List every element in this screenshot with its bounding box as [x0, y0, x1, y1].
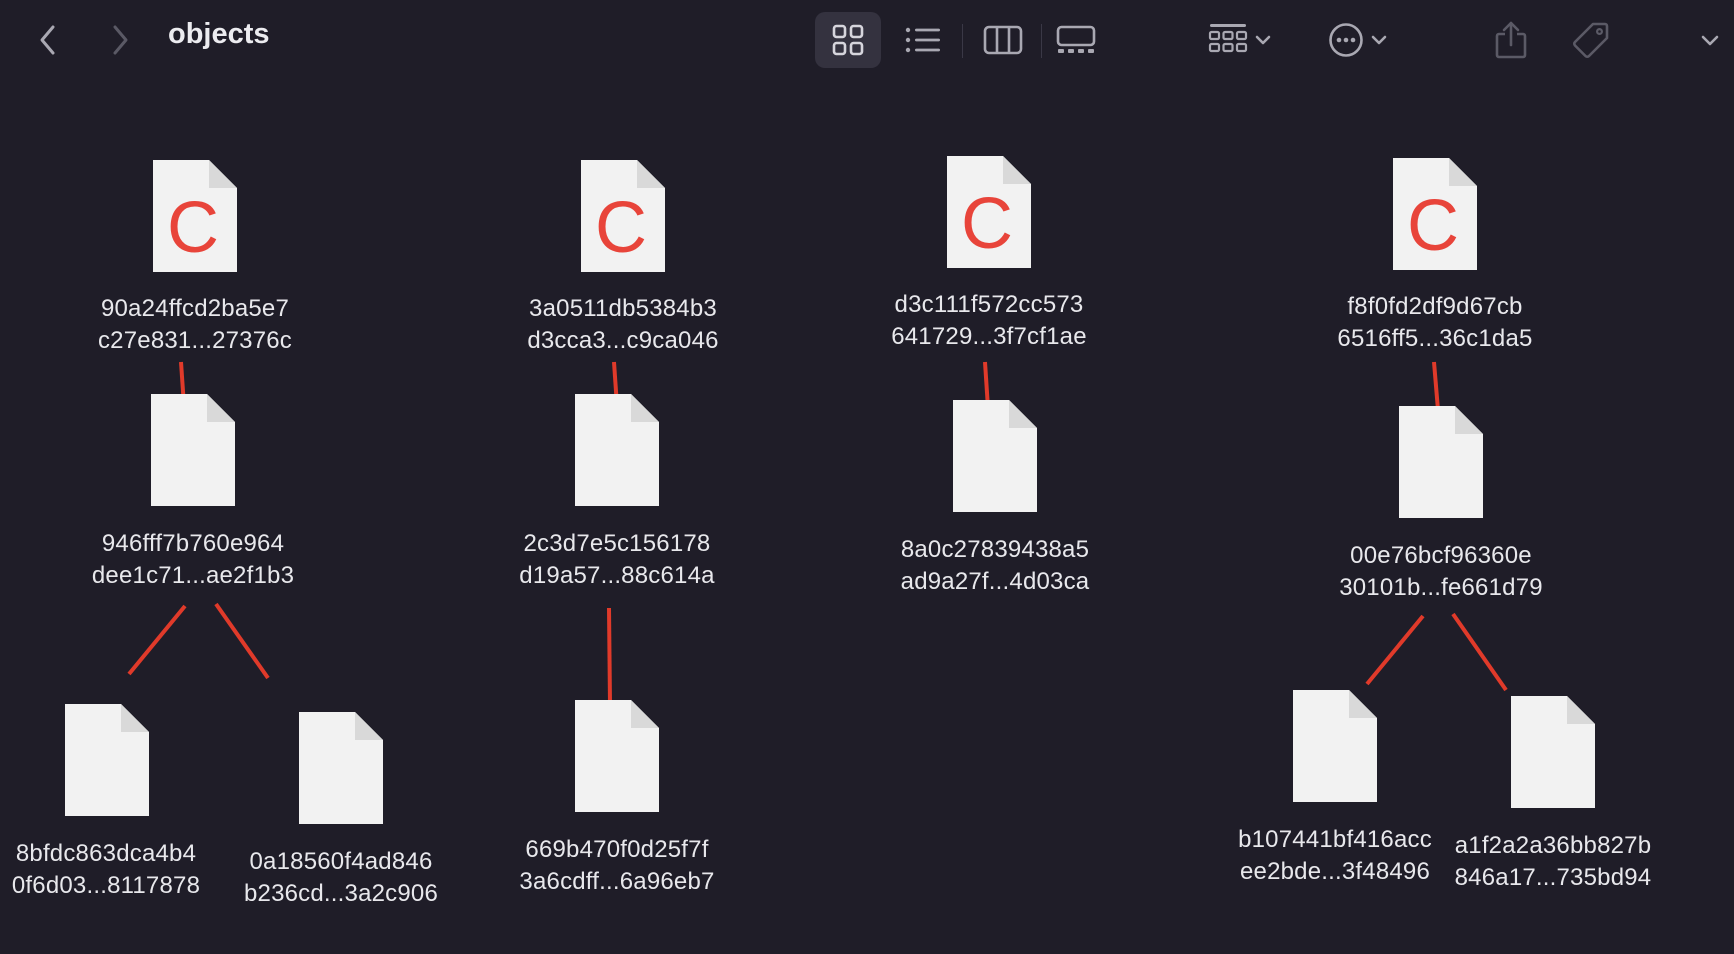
file-name-line: 0a18560f4ad846 [249, 848, 433, 875]
document-file-icon[interactable] [951, 398, 1039, 514]
file-name-line: 669b470f0d25f7f [525, 836, 709, 863]
document-file-icon[interactable] [573, 698, 661, 814]
c-source-file-icon[interactable]: C [151, 158, 239, 274]
connector-line [607, 607, 612, 705]
file-name-line: 90a24ffcd2ba5e7 [100, 295, 290, 322]
file-name-line: 00e76bcf96360e [1350, 542, 1532, 569]
file-name-line: dee1c71...ae2f1b3 [91, 562, 295, 589]
c-source-file-icon[interactable]: C [945, 154, 1033, 270]
file-name: 2c3d7e5c156178 d19a57...88c614a [497, 528, 737, 592]
connector-line [1365, 614, 1425, 686]
c-source-file-icon[interactable]: C [1391, 156, 1479, 272]
document-file-icon[interactable] [149, 392, 237, 508]
file-name: f8f0fd2df9d67cb 6516ff5...36c1da5 [1315, 291, 1555, 355]
connector-line [1432, 361, 1440, 411]
document-file-icon[interactable] [297, 710, 385, 826]
c-letter: C [961, 184, 1013, 264]
file-name-line: 6516ff5...36c1da5 [1337, 325, 1533, 352]
document-file-icon[interactable] [63, 702, 151, 818]
file-name-line: 2c3d7e5c156178 [523, 530, 711, 557]
file-name: 0a18560f4ad846 b236cd...3a2c906 [221, 846, 461, 910]
file-name-line: b236cd...3a2c906 [243, 880, 439, 907]
file-name-line: 8bfdc863dca4b4 [15, 840, 197, 867]
connector-line [127, 604, 187, 676]
document-file-icon[interactable] [573, 392, 661, 508]
file-name: 8bfdc863dca4b4 0f6d03...8117878 [0, 838, 226, 902]
c-letter: C [167, 188, 219, 268]
c-letter: C [1407, 186, 1459, 266]
file-name: 3a0511db5384b3 d3cca3...c9ca046 [503, 293, 743, 357]
document-file-icon[interactable] [1509, 694, 1597, 810]
document-file-icon[interactable] [1291, 688, 1379, 804]
file-name-line: d3c111f572cc573 [894, 291, 1084, 318]
file-name: 946fff7b760e964 dee1c71...ae2f1b3 [73, 528, 313, 592]
file-name-line: 0f6d03...8117878 [11, 872, 201, 899]
file-name-line: 3a6cdff...6a96eb7 [519, 868, 715, 895]
file-name-line: b107441bf416acc [1238, 826, 1432, 853]
file-name: 90a24ffcd2ba5e7 c27e831...27376c [75, 293, 315, 357]
file-name: b107441bf416acc ee2bde...3f48496 [1215, 824, 1455, 888]
file-name-line: d19a57...88c614a [519, 562, 715, 589]
file-name-line: 641729...3f7cf1ae [891, 323, 1087, 350]
file-name-line: 846a17...735bd94 [1454, 864, 1652, 891]
file-name: a1f2a2a36bb827b 846a17...735bd94 [1433, 830, 1673, 894]
file-name: 669b470f0d25f7f 3a6cdff...6a96eb7 [497, 834, 737, 898]
file-name-line: 3a0511db5384b3 [529, 295, 717, 322]
file-name-line: a1f2a2a36bb827b [1454, 832, 1652, 859]
file-name: d3c111f572cc573 641729...3f7cf1ae [869, 289, 1109, 353]
file-name: 00e76bcf96360e 30101b...fe661d79 [1321, 540, 1561, 604]
file-name: 8a0c27839438a5 ad9a27f...4d03ca [875, 534, 1115, 598]
file-name-line: f8f0fd2df9d67cb [1347, 293, 1523, 320]
file-name-line: 946fff7b760e964 [101, 530, 285, 557]
connector-line [214, 602, 270, 680]
file-name-line: 8a0c27839438a5 [900, 536, 1090, 563]
document-file-icon[interactable] [1397, 404, 1485, 520]
file-name-line: ad9a27f...4d03ca [900, 568, 1090, 595]
file-name-line: ee2bde...3f48496 [1239, 858, 1431, 885]
file-name-line: 30101b...fe661d79 [1339, 574, 1543, 601]
file-name-line: d3cca3...c9ca046 [527, 327, 719, 354]
connector-line [1451, 612, 1508, 692]
c-source-file-icon[interactable]: C [579, 158, 667, 274]
finder-window: objects C 90a24ffcd2ba5e7 c27e831...2737… [0, 0, 1734, 954]
c-letter: C [595, 188, 647, 268]
file-name-line: c27e831...27376c [97, 327, 293, 354]
